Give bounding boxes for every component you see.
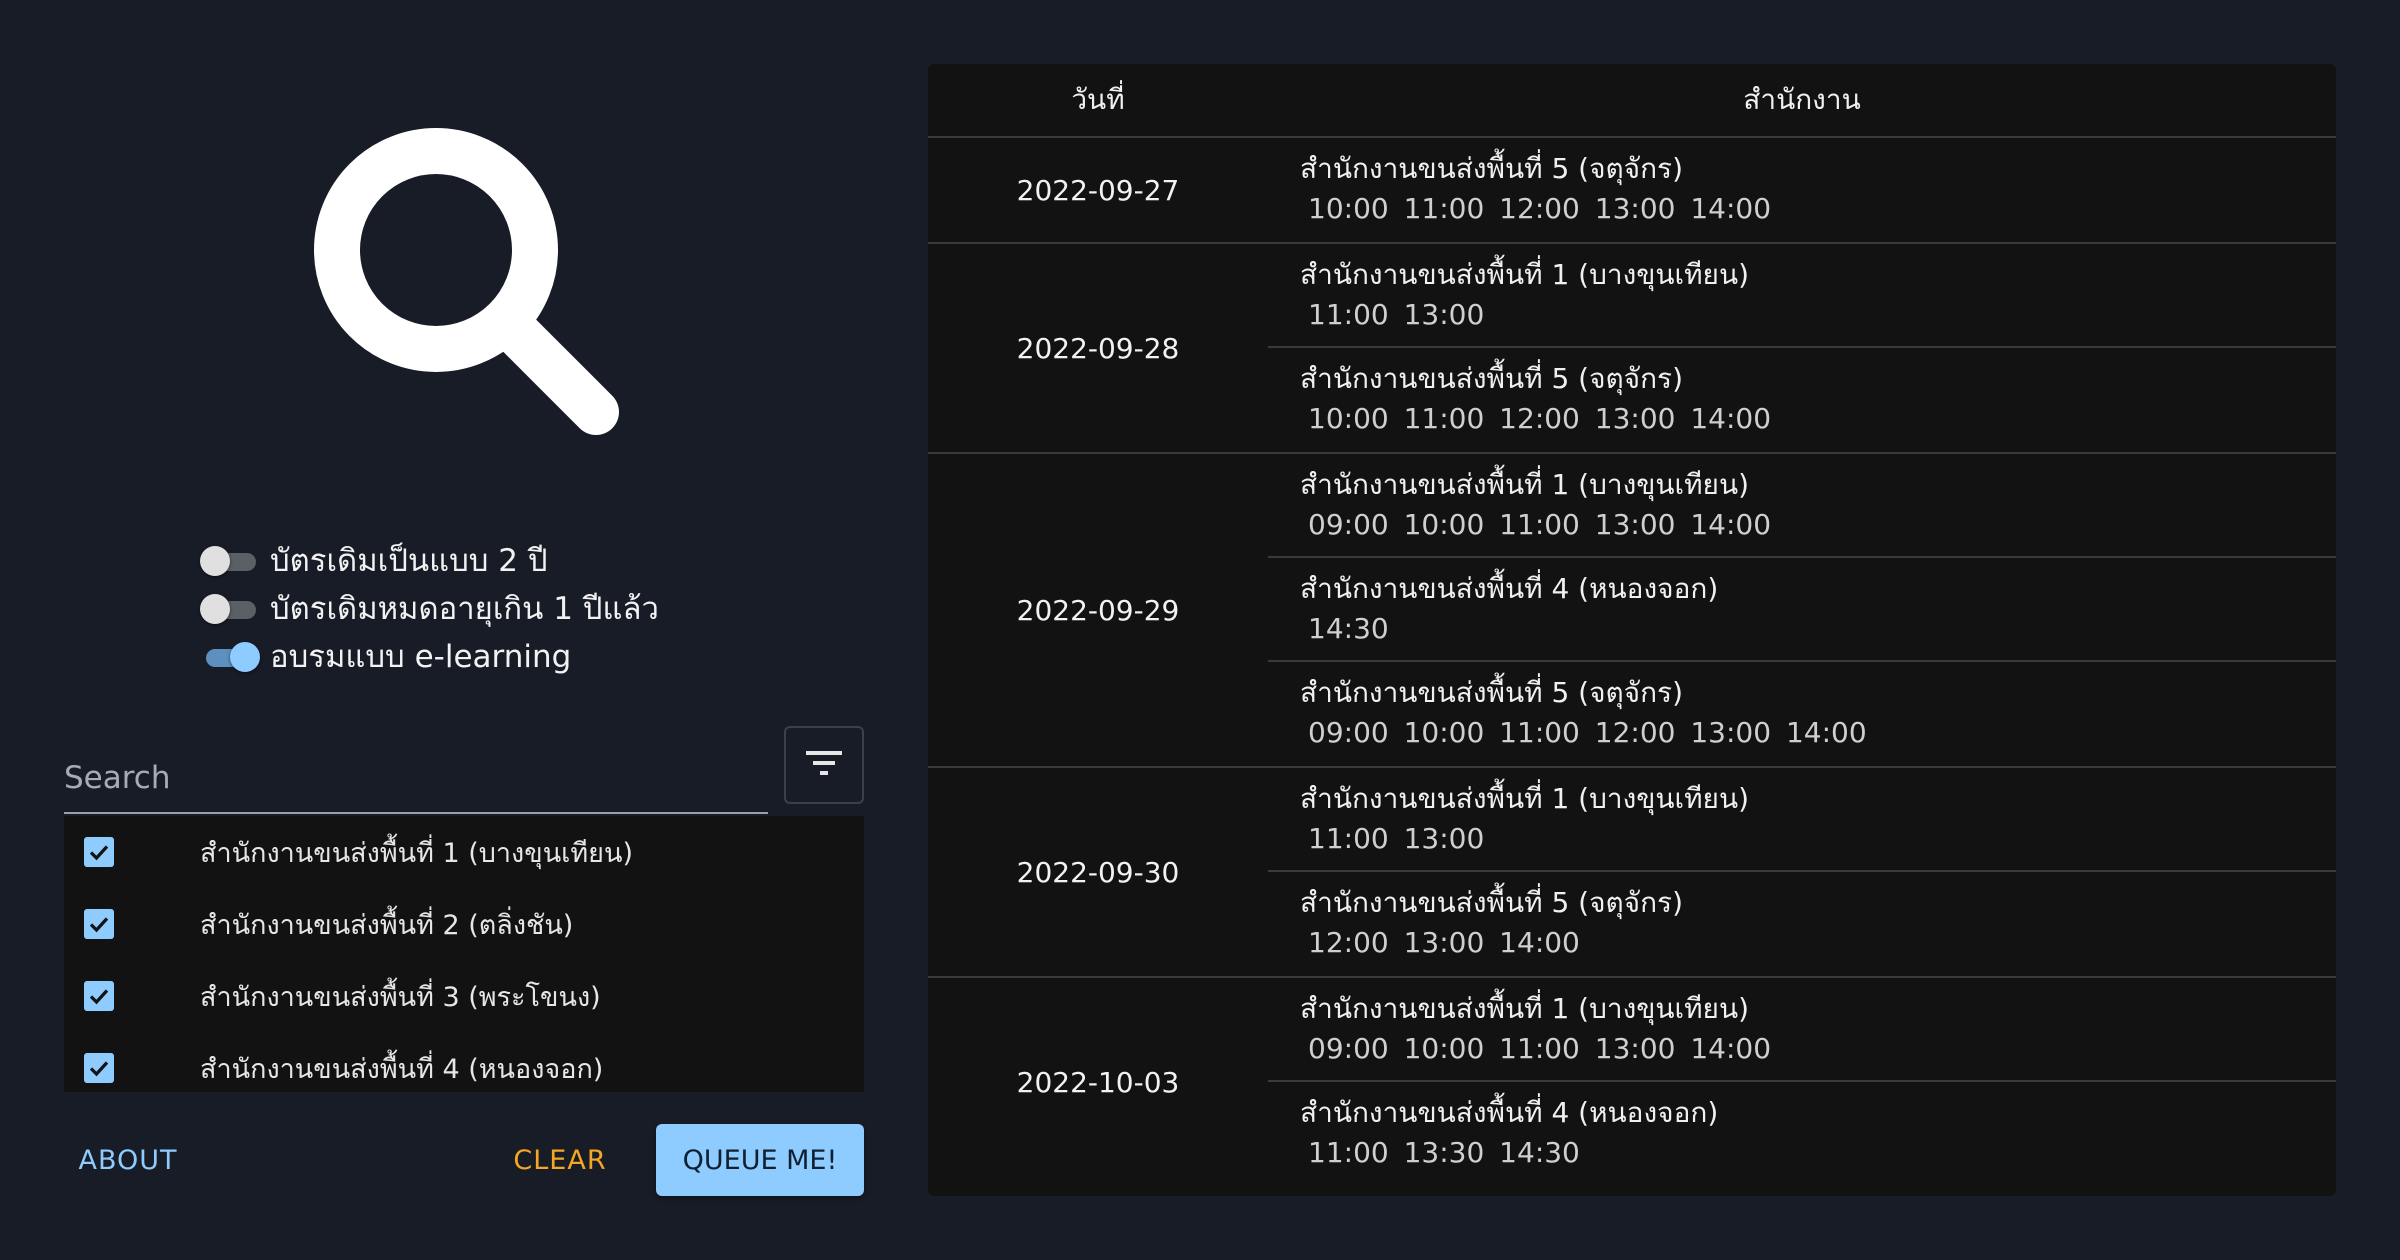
office-name: สำนักงานขนส่งพื้นที่ 5 (จตุจักร) <box>1300 362 1683 395</box>
office-entry: สำนักงานขนส่งพื้นที่ 1 (บางขุนเทียน) 09:… <box>1268 978 2336 1082</box>
office-entry: สำนักงานขนส่งพื้นที่ 5 (จตุจักร) 09:00 1… <box>1268 662 2336 766</box>
time-slots: 12:00 13:00 14:00 <box>1308 926 1580 959</box>
time-slots: 10:00 11:00 12:00 13:00 14:00 <box>1308 402 1772 435</box>
office-name: สำนักงานขนส่งพื้นที่ 5 (จตุจักร) <box>1300 676 1683 709</box>
checkbox-checked[interactable] <box>84 837 114 867</box>
time-slots: 14:30 <box>1308 612 1389 645</box>
results-table: วันที่ สำนักงาน 2022-09-27 สำนักงานขนส่ง… <box>928 64 2336 1196</box>
office-label: สำนักงานขนส่งพื้นที่ 2 (ตลิ่งชัน) <box>200 909 574 941</box>
office-name: สำนักงานขนส่งพื้นที่ 4 (หนองจอก) <box>1300 1096 1719 1129</box>
list-item[interactable]: สำนักงานขนส่งพื้นที่ 4 (หนองจอก) <box>64 1032 864 1092</box>
clear-button[interactable]: CLEAR <box>500 1124 620 1196</box>
column-header-date: วันที่ <box>1071 83 1125 116</box>
toggle-row-two-year-card[interactable]: บัตรเดิมเป็นแบบ 2 ปี <box>198 536 659 584</box>
office-entry: สำนักงานขนส่งพื้นที่ 5 (จตุจักร) 12:00 1… <box>1268 872 2336 976</box>
office-name: สำนักงานขนส่งพื้นที่ 5 (จตุจักร) <box>1300 152 1683 185</box>
table-row: 2022-09-29 สำนักงานขนส่งพื้นที่ 1 (บางขุ… <box>928 454 2336 768</box>
toggle-switch[interactable] <box>198 593 260 624</box>
list-item[interactable]: สำนักงานขนส่งพื้นที่ 2 (ตลิ่งชัน) <box>64 888 864 960</box>
search-icon <box>300 120 630 440</box>
table-header: วันที่ สำนักงาน <box>928 64 2336 138</box>
filter-icon <box>806 749 842 781</box>
toggle-row-expired-card[interactable]: บัตรเดิมหมดอายุเกิน 1 ปีแล้ว <box>198 584 659 632</box>
office-entry: สำนักงานขนส่งพื้นที่ 1 (บางขุนเทียน) 11:… <box>1268 768 2336 872</box>
table-row: 2022-09-28 สำนักงานขนส่งพื้นที่ 1 (บางขุ… <box>928 244 2336 454</box>
office-list[interactable]: สำนักงานขนส่งพื้นที่ 1 (บางขุนเทียน) สำน… <box>64 816 864 1092</box>
office-entry: สำนักงานขนส่งพื้นที่ 5 (จตุจักร) 10:00 1… <box>1268 348 2336 452</box>
table-row: 2022-09-30 สำนักงานขนส่งพื้นที่ 1 (บางขุ… <box>928 768 2336 978</box>
checkbox-checked[interactable] <box>84 1053 114 1083</box>
time-slots: 11:00 13:00 <box>1308 298 1485 331</box>
office-name: สำนักงานขนส่งพื้นที่ 1 (บางขุนเทียน) <box>1300 992 1750 1025</box>
list-item[interactable]: สำนักงานขนส่งพื้นที่ 1 (บางขุนเทียน) <box>64 816 864 888</box>
date-cell: 2022-09-28 <box>1016 331 1180 365</box>
toggle-label: อบรมแบบ e-learning <box>270 639 572 675</box>
list-item[interactable]: สำนักงานขนส่งพื้นที่ 3 (พระโขนง) <box>64 960 864 1032</box>
toggle-row-e-learning[interactable]: อบรมแบบ e-learning <box>198 632 659 680</box>
date-cell: 2022-09-30 <box>1016 855 1180 889</box>
toggle-switch[interactable] <box>198 641 260 672</box>
table-row: 2022-09-27 สำนักงานขนส่งพื้นที่ 5 (จตุจั… <box>928 138 2336 244</box>
date-cell: 2022-09-29 <box>1016 593 1180 627</box>
time-slots: 11:00 13:30 14:30 <box>1308 1136 1580 1169</box>
office-label: สำนักงานขนส่งพื้นที่ 3 (พระโขนง) <box>200 981 601 1013</box>
option-toggles: บัตรเดิมเป็นแบบ 2 ปี บัตรเดิมหมดอายุเกิน… <box>198 536 659 680</box>
office-name: สำนักงานขนส่งพื้นที่ 4 (หนองจอก) <box>1300 572 1719 605</box>
table-row: 2022-10-03 สำนักงานขนส่งพื้นที่ 1 (บางขุ… <box>928 978 2336 1186</box>
office-name: สำนักงานขนส่งพื้นที่ 1 (บางขุนเทียน) <box>1300 258 1750 291</box>
time-slots: 09:00 10:00 11:00 12:00 13:00 14:00 <box>1308 716 1867 749</box>
office-entry: สำนักงานขนส่งพื้นที่ 1 (บางขุนเทียน) 09:… <box>1268 454 2336 558</box>
office-name: สำนักงานขนส่งพื้นที่ 1 (บางขุนเทียน) <box>1300 468 1750 501</box>
toggle-label: บัตรเดิมหมดอายุเกิน 1 ปีแล้ว <box>270 591 659 627</box>
queue-me-button[interactable]: QUEUE ME! <box>656 1124 864 1196</box>
office-entry: สำนักงานขนส่งพื้นที่ 4 (หนองจอก) 14:30 <box>1268 558 2336 662</box>
checkbox-checked[interactable] <box>84 981 114 1011</box>
toggle-switch[interactable] <box>198 545 260 576</box>
office-name: สำนักงานขนส่งพื้นที่ 5 (จตุจักร) <box>1300 886 1683 919</box>
time-slots: 11:00 13:00 <box>1308 822 1485 855</box>
search-input[interactable] <box>64 744 768 812</box>
checkbox-checked[interactable] <box>84 909 114 939</box>
office-label: สำนักงานขนส่งพื้นที่ 4 (หนองจอก) <box>200 1053 604 1085</box>
date-cell: 2022-10-03 <box>1016 1065 1180 1099</box>
office-entry: สำนักงานขนส่งพื้นที่ 1 (บางขุนเทียน) 11:… <box>1268 244 2336 348</box>
column-header-office: สำนักงาน <box>1743 83 1861 116</box>
filter-button[interactable] <box>784 726 864 804</box>
toggle-label: บัตรเดิมเป็นแบบ 2 ปี <box>270 543 548 579</box>
office-entry: สำนักงานขนส่งพื้นที่ 5 (จตุจักร) 10:00 1… <box>1268 138 2336 242</box>
office-name: สำนักงานขนส่งพื้นที่ 1 (บางขุนเทียน) <box>1300 782 1750 815</box>
office-entry: สำนักงานขนส่งพื้นที่ 4 (หนองจอก) 11:00 1… <box>1268 1082 2336 1186</box>
time-slots: 09:00 10:00 11:00 13:00 14:00 <box>1308 1032 1772 1065</box>
time-slots: 10:00 11:00 12:00 13:00 14:00 <box>1308 192 1772 225</box>
date-cell: 2022-09-27 <box>1016 173 1180 207</box>
office-label: สำนักงานขนส่งพื้นที่ 1 (บางขุนเทียน) <box>200 837 633 869</box>
time-slots: 09:00 10:00 11:00 13:00 14:00 <box>1308 508 1772 541</box>
about-button[interactable]: ABOUT <box>64 1124 192 1196</box>
search-field <box>64 744 768 814</box>
